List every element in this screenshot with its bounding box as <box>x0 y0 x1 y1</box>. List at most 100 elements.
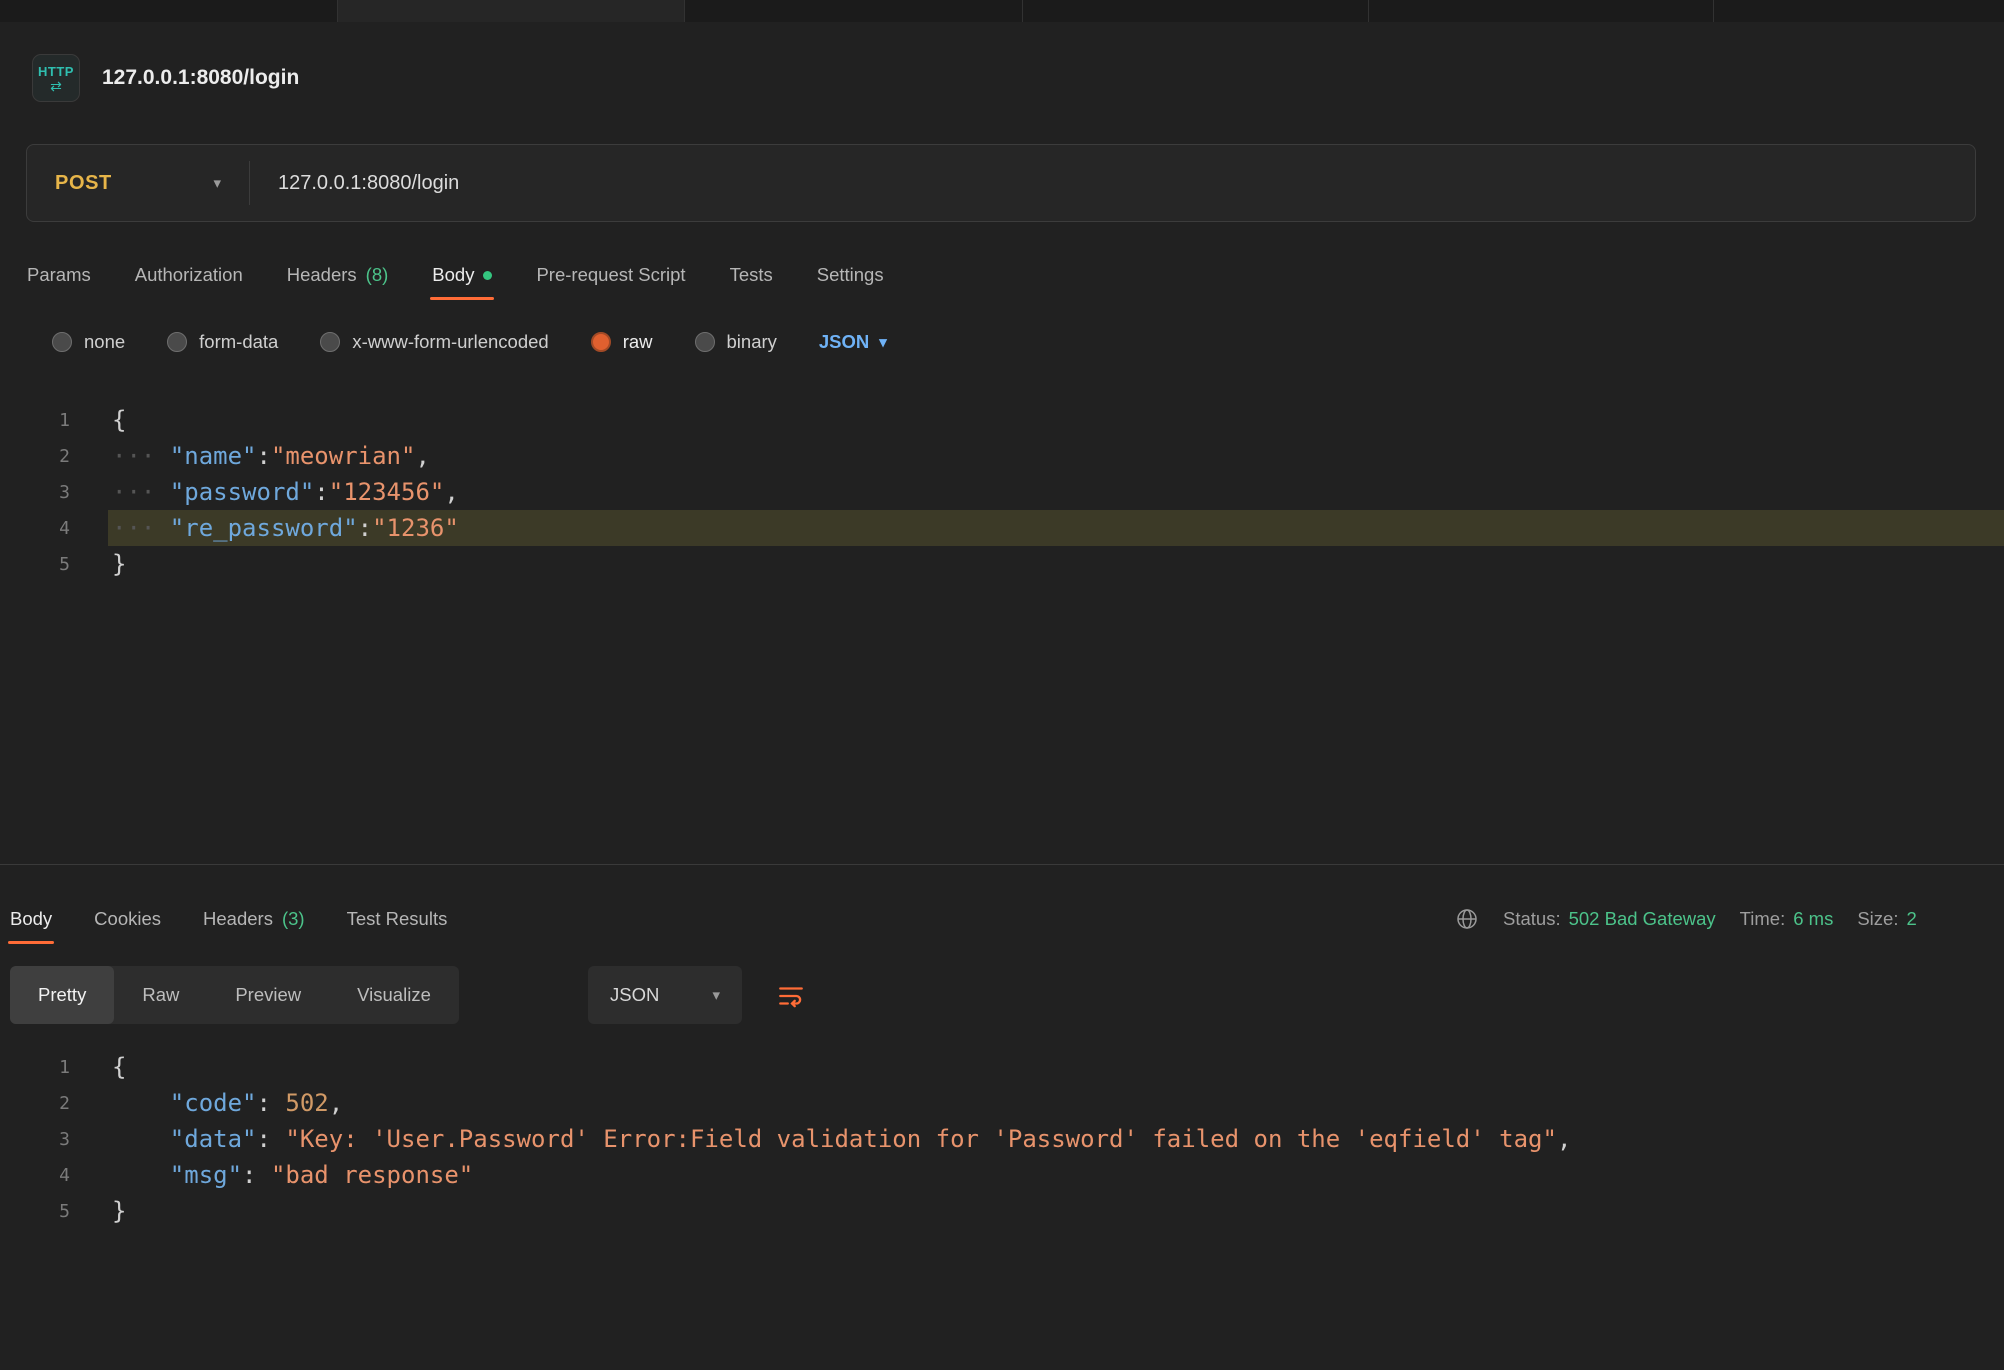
body-modified-dot <box>483 271 492 280</box>
mode-x-www-form-urlencoded-label: x-www-form-urlencoded <box>352 331 548 353</box>
url-bar: POST ▾ 127.0.0.1:8080/login <box>26 144 1976 222</box>
code-line-content[interactable]: } <box>108 1193 2004 1229</box>
response-tab-headers-label: Headers <box>203 908 273 930</box>
tab-tests-label: Tests <box>730 264 773 286</box>
mode-x-www-form-urlencoded[interactable]: x-www-form-urlencoded <box>320 331 548 353</box>
request-tabs: Params Authorization Headers(8) Body Pre… <box>27 250 884 300</box>
view-pretty-button[interactable]: Pretty <box>10 966 114 1024</box>
response-body-viewer[interactable]: 1{2 "code": 502,3 "data": "Key: 'User.Pa… <box>0 1049 2004 1229</box>
tab-params-label: Params <box>27 264 91 286</box>
request-header: HTTP ⇄ 127.0.0.1:8080/login <box>32 54 299 102</box>
code-line-content[interactable]: "code": 502, <box>108 1085 2004 1121</box>
http-icon-arrows: ⇄ <box>50 80 62 92</box>
code-line: 1{ <box>0 402 2004 438</box>
tab-authorization[interactable]: Authorization <box>135 250 243 300</box>
tab-pre-request-script-label: Pre-request Script <box>536 264 685 286</box>
code-line-content[interactable]: "msg": "bad response" <box>108 1157 2004 1193</box>
request-body-editor[interactable]: 1{2··· "name":"meowrian",3··· "password"… <box>0 402 2004 582</box>
chevron-down-icon: ▾ <box>213 174 221 192</box>
code-line-content[interactable]: ··· "password":"123456", <box>108 474 2004 510</box>
pane-divider[interactable] <box>0 864 2004 865</box>
status-value: 502 Bad Gateway <box>1569 908 1716 930</box>
request-language-label: JSON <box>819 331 869 353</box>
http-icon-text: HTTP <box>38 64 74 79</box>
request-language-dropdown[interactable]: JSON ▾ <box>819 331 887 353</box>
response-tab-headers[interactable]: Headers(3) <box>203 894 305 944</box>
body-mode-row: none form-data x-www-form-urlencoded raw… <box>52 320 887 364</box>
view-visualize-button[interactable]: Visualize <box>329 966 459 1024</box>
mode-binary-label: binary <box>727 331 777 353</box>
http-request-icon: HTTP ⇄ <box>32 54 80 102</box>
code-line-content[interactable]: ··· "name":"meowrian", <box>108 438 2004 474</box>
tab-divider <box>1022 0 1023 22</box>
time-label: Time: <box>1740 908 1786 930</box>
chevron-down-icon: ▾ <box>879 333 887 351</box>
line-number: 5 <box>0 1201 70 1222</box>
response-tab-cookies[interactable]: Cookies <box>94 894 161 944</box>
code-line-content[interactable]: "data": "Key: 'User.Password' Error:Fiel… <box>108 1121 2004 1157</box>
active-workspace-tab[interactable] <box>337 0 684 22</box>
radio-raw-selected[interactable] <box>591 332 611 352</box>
code-line-content[interactable]: { <box>108 402 2004 438</box>
code-line: 2 "code": 502, <box>0 1085 2004 1121</box>
time-value: 6 ms <box>1793 908 1833 930</box>
status-label: Status: <box>1503 908 1561 930</box>
response-tab-test-results[interactable]: Test Results <box>347 894 448 944</box>
response-tab-test-results-label: Test Results <box>347 908 448 930</box>
globe-icon[interactable] <box>1455 907 1479 931</box>
radio-x-www-form-urlencoded[interactable] <box>320 332 340 352</box>
tab-divider <box>1713 0 1714 22</box>
code-line: 5} <box>0 1193 2004 1229</box>
wrap-text-button[interactable] <box>764 974 818 1018</box>
tab-body-label: Body <box>432 264 474 286</box>
workspace-tab-strip[interactable] <box>0 0 2004 22</box>
radio-binary[interactable] <box>695 332 715 352</box>
response-tabs: Body Cookies Headers(3) Test Results <box>10 894 447 944</box>
chevron-down-icon: ▾ <box>712 986 720 1004</box>
tab-settings[interactable]: Settings <box>817 250 884 300</box>
response-tab-body[interactable]: Body <box>10 894 52 944</box>
mode-raw[interactable]: raw <box>591 331 653 353</box>
mode-binary[interactable]: binary <box>695 331 777 353</box>
code-line: 3··· "password":"123456", <box>0 474 2004 510</box>
tab-headers-label: Headers <box>287 264 357 286</box>
request-title: 127.0.0.1:8080/login <box>102 66 299 90</box>
size-pair: Size: 2 <box>1857 908 1916 930</box>
mode-none[interactable]: none <box>52 331 125 353</box>
line-number: 3 <box>0 1129 70 1150</box>
response-view-group: Pretty Raw Preview Visualize <box>10 966 459 1024</box>
code-line-content[interactable]: { <box>108 1049 2004 1085</box>
tab-divider <box>1368 0 1369 22</box>
tab-authorization-label: Authorization <box>135 264 243 286</box>
code-line-content[interactable]: ··· "re_password":"1236" <box>108 510 2004 546</box>
method-selector[interactable]: POST ▾ <box>27 172 249 195</box>
code-line: 1{ <box>0 1049 2004 1085</box>
time-pair: Time: 6 ms <box>1740 908 1834 930</box>
code-line: 4 "msg": "bad response" <box>0 1157 2004 1193</box>
code-line: 4 ··· "re_password":"1236" <box>0 510 2004 546</box>
radio-form-data[interactable] <box>167 332 187 352</box>
code-line-content[interactable]: } <box>108 546 2004 582</box>
tab-pre-request-script[interactable]: Pre-request Script <box>536 250 685 300</box>
tab-body[interactable]: Body <box>432 250 492 300</box>
tab-divider <box>684 0 685 22</box>
line-number: 1 <box>0 1057 70 1078</box>
view-raw-button[interactable]: Raw <box>114 966 207 1024</box>
radio-none[interactable] <box>52 332 72 352</box>
view-preview-button[interactable]: Preview <box>207 966 329 1024</box>
line-number: 4 <box>0 518 70 539</box>
response-language-dropdown[interactable]: JSON ▾ <box>588 966 742 1024</box>
tab-tests[interactable]: Tests <box>730 250 773 300</box>
response-tab-cookies-label: Cookies <box>94 908 161 930</box>
tab-settings-label: Settings <box>817 264 884 286</box>
line-number: 4 <box>0 1165 70 1186</box>
mode-raw-label: raw <box>623 331 653 353</box>
url-input[interactable]: 127.0.0.1:8080/login <box>278 172 459 195</box>
mode-form-data-label: form-data <box>199 331 278 353</box>
url-divider <box>249 161 250 205</box>
tab-headers[interactable]: Headers(8) <box>287 250 389 300</box>
status-pair: Status: 502 Bad Gateway <box>1503 908 1716 930</box>
mode-form-data[interactable]: form-data <box>167 331 278 353</box>
tab-params[interactable]: Params <box>27 250 91 300</box>
line-number: 1 <box>0 410 70 431</box>
